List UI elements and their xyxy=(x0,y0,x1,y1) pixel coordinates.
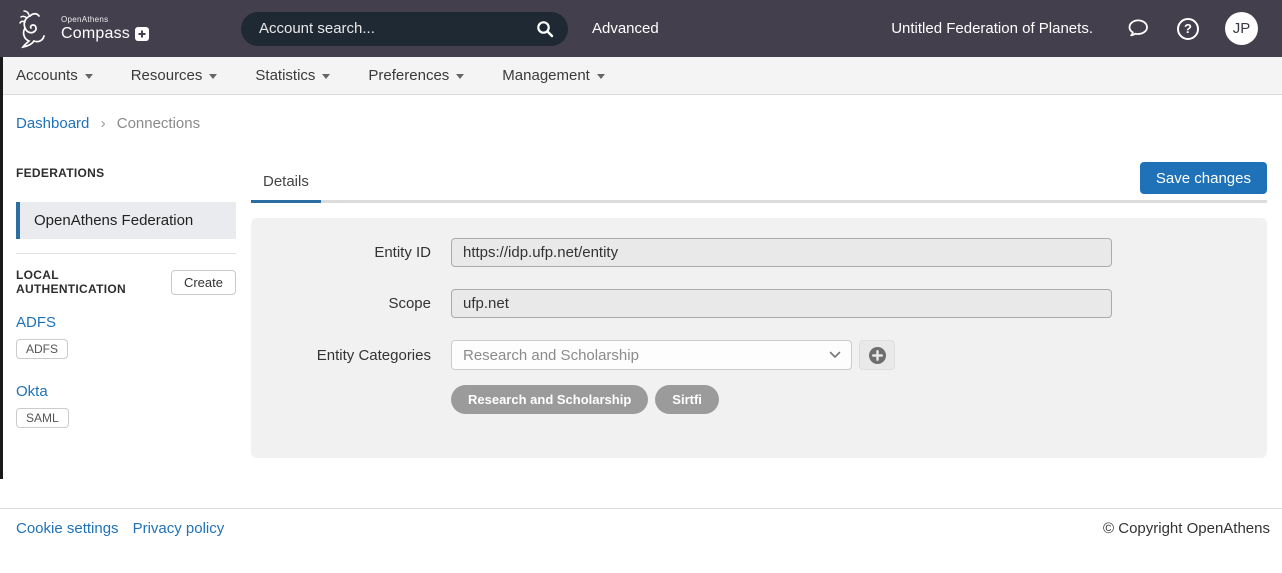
breadcrumb-separator-icon: › xyxy=(101,115,106,132)
add-category-button[interactable] xyxy=(859,340,895,370)
advanced-link[interactable]: Advanced xyxy=(592,20,659,37)
cookie-settings-link[interactable]: Cookie settings xyxy=(16,520,119,537)
tab-strip: Details Save changes xyxy=(251,162,1267,203)
connection-okta-link[interactable]: Okta xyxy=(16,383,48,400)
chevron-down-icon xyxy=(322,74,330,79)
plus-circle-icon xyxy=(868,346,887,365)
nav-statistics[interactable]: Statistics xyxy=(255,67,330,84)
tab-details[interactable]: Details xyxy=(251,173,321,203)
entity-categories-label: Entity Categories xyxy=(251,347,431,364)
chevron-down-icon xyxy=(85,74,93,79)
search-icon[interactable] xyxy=(536,20,554,38)
account-search-input[interactable] xyxy=(259,20,536,37)
federation-name: Untitled Federation of Planets. xyxy=(891,20,1093,37)
copyright-text: © Copyright OpenAthens xyxy=(1103,520,1270,537)
user-avatar[interactable]: JP xyxy=(1225,12,1258,45)
sidebar-item-openathens-federation[interactable]: OpenAthens Federation xyxy=(16,202,236,239)
plus-badge-icon xyxy=(135,27,149,41)
brand-compass: Compass xyxy=(61,26,130,42)
owl-icon xyxy=(16,8,54,50)
breadcrumb-current: Connections xyxy=(117,115,200,132)
chevron-down-icon xyxy=(829,351,841,359)
create-button[interactable]: Create xyxy=(171,270,236,295)
local-authentication-heading: LOCAL AUTHENTICATION xyxy=(16,268,171,296)
sidebar: FEDERATIONS OpenAthens Federation LOCAL … xyxy=(16,162,236,458)
scope-row: Scope xyxy=(251,289,1267,318)
connection-adfs-type-badge: ADFS xyxy=(16,339,68,359)
entity-id-label: Entity ID xyxy=(251,244,431,261)
chevron-down-icon xyxy=(209,74,217,79)
category-chip-research-and-scholarship[interactable]: Research and Scholarship xyxy=(451,385,648,414)
connection-okta: Okta SAML xyxy=(16,383,236,428)
entity-id-row: Entity ID xyxy=(251,238,1267,267)
account-search xyxy=(241,12,568,46)
question-mark-glyph: ? xyxy=(1177,18,1199,40)
entity-categories-select[interactable]: Research and Scholarship xyxy=(451,340,852,370)
main-content: Details Save changes Entity ID Scope Ent… xyxy=(251,162,1267,458)
connection-adfs-link[interactable]: ADFS xyxy=(16,314,56,331)
scope-field[interactable] xyxy=(451,289,1112,318)
entity-categories-row: Entity Categories Research and Scholarsh… xyxy=(251,340,1267,370)
nav-resources[interactable]: Resources xyxy=(131,67,218,84)
connection-okta-type-badge: SAML xyxy=(16,408,69,428)
entity-id-field[interactable] xyxy=(451,238,1112,267)
nav-management[interactable]: Management xyxy=(502,67,605,84)
page-footer: Cookie settings Privacy policy © Copyrig… xyxy=(0,508,1282,573)
save-changes-button[interactable]: Save changes xyxy=(1140,162,1267,194)
breadcrumb-dashboard-link[interactable]: Dashboard xyxy=(16,115,89,132)
nav-accounts[interactable]: Accounts xyxy=(16,67,93,84)
window-edge xyxy=(0,57,3,479)
primary-nav: Accounts Resources Statistics Preference… xyxy=(0,57,1282,95)
federations-heading: FEDERATIONS xyxy=(16,166,236,180)
details-panel: Entity ID Scope Entity Categories Resear… xyxy=(251,218,1267,458)
chevron-down-icon xyxy=(456,74,464,79)
category-chip-sirtfi[interactable]: Sirtfi xyxy=(655,385,719,414)
category-chips: Research and Scholarship Sirtfi xyxy=(451,385,1267,414)
connection-adfs: ADFS ADFS xyxy=(16,314,236,359)
chat-icon[interactable] xyxy=(1125,16,1151,42)
nav-preferences[interactable]: Preferences xyxy=(368,67,464,84)
brand-openathens: OpenAthens xyxy=(61,16,149,24)
scope-label: Scope xyxy=(251,295,431,312)
chevron-down-icon xyxy=(597,74,605,79)
top-bar: OpenAthens Compass Advanced Untitled Fe xyxy=(0,0,1282,57)
help-icon[interactable]: ? xyxy=(1175,16,1201,42)
breadcrumb: Dashboard › Connections xyxy=(16,115,1266,132)
privacy-policy-link[interactable]: Privacy policy xyxy=(133,520,225,537)
openathens-logo[interactable]: OpenAthens Compass xyxy=(16,8,149,50)
sidebar-divider xyxy=(16,253,236,254)
